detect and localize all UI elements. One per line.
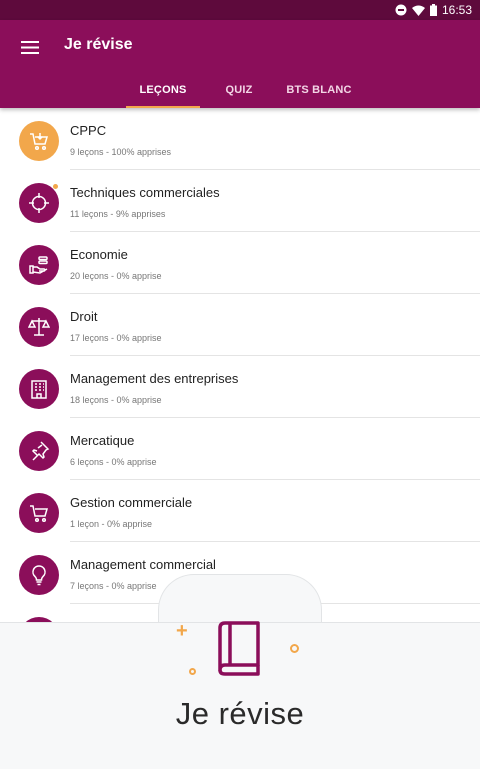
subject-progress: 9 leçons - 100% apprises — [70, 147, 172, 157]
book-icon — [218, 621, 260, 676]
shopping-cart-icon — [19, 493, 59, 533]
list-item-techniques-commerciales[interactable]: Techniques commerciales 11 leçons - 9% a… — [0, 170, 480, 232]
subject-progress: 11 leçons - 9% apprises — [70, 209, 166, 219]
subject-progress: 20 leçons - 0% apprise — [70, 271, 162, 281]
scales-icon — [19, 307, 59, 347]
building-icon — [19, 369, 59, 409]
list-item-mercatique[interactable]: Mercatique 6 leçons - 0% apprise — [0, 418, 480, 480]
coins-hand-icon — [19, 245, 59, 285]
wifi-icon — [411, 5, 425, 16]
tab-quiz[interactable]: QUIZ — [217, 84, 261, 108]
target-icon — [19, 183, 59, 223]
tab-lecons[interactable]: LEÇONS — [126, 84, 200, 108]
tab-bts-blanc[interactable]: BTS BLANC — [277, 84, 361, 108]
subject-title: Management des entreprises — [70, 371, 239, 386]
app-title: Je révise — [64, 36, 133, 53]
subject-title: Techniques commerciales — [70, 185, 220, 200]
new-badge — [53, 184, 58, 189]
subject-title: CPPC — [70, 123, 107, 138]
subject-title: Droit — [70, 309, 98, 324]
list-item-economie[interactable]: Economie 20 leçons - 0% apprise — [0, 232, 480, 294]
plus-decoration-icon: + — [176, 620, 188, 642]
subject-progress: 17 leçons - 0% apprise — [70, 333, 162, 343]
subject-title: Management commercial — [70, 557, 216, 572]
subject-progress: 18 leçons - 0% apprise — [70, 395, 162, 405]
hamburger-menu-icon[interactable] — [16, 35, 44, 59]
circle-decoration-icon — [189, 668, 196, 675]
subject-progress: 6 leçons - 0% apprise — [70, 457, 157, 467]
subject-title: Gestion commerciale — [70, 495, 193, 510]
list-item-cppc[interactable]: CPPC 9 leçons - 100% apprises — [0, 108, 480, 170]
status-time: 16:53 — [441, 3, 472, 17]
list-item-gestion-commerciale[interactable]: Gestion commerciale 1 leçon - 0% apprise — [0, 480, 480, 542]
subject-progress: 1 leçon - 0% apprise — [70, 519, 153, 529]
status-bar: 16:53 — [0, 0, 480, 20]
list-item-droit[interactable]: Droit 17 leçons - 0% apprise — [0, 294, 480, 356]
subject-list: CPPC 9 leçons - 100% apprises Techniques… — [0, 108, 480, 628]
tab-bar: LEÇONS QUIZ BTS BLANC — [0, 80, 480, 108]
brand-title: Je révise — [175, 696, 305, 731]
subject-title: Mercatique — [70, 433, 135, 448]
battery-icon — [429, 4, 437, 16]
lightbulb-icon — [19, 555, 59, 595]
circle-decoration-icon — [290, 644, 299, 653]
list-item-management-des-entreprises[interactable]: Management des entreprises 18 leçons - 0… — [0, 356, 480, 418]
subject-progress: 7 leçons - 0% apprise — [70, 581, 157, 591]
subject-title: Economie — [70, 247, 128, 262]
cart-download-icon — [19, 121, 59, 161]
pushpin-icon — [19, 431, 59, 471]
app-bar: Je révise LEÇONS QUIZ BTS BLANC — [0, 20, 480, 108]
do-not-disturb-icon — [395, 4, 407, 16]
